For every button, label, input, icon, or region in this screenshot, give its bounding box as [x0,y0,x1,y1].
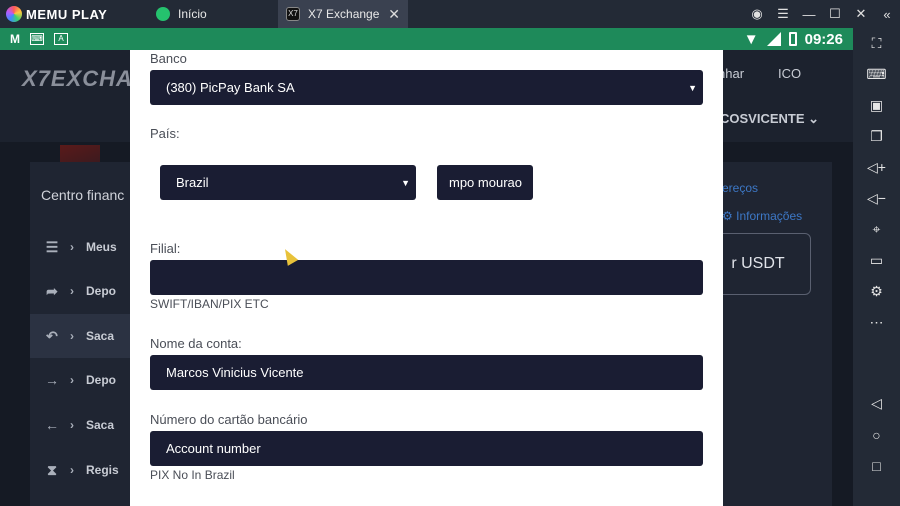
collapse-sidebar-icon[interactable]: « [874,7,900,22]
bg-link-enderecos: ereços [722,181,759,195]
list-icon: ☰ [45,238,59,255]
banco-select[interactable]: (380) PicPay Bank SA ▼ [150,70,703,105]
brand-label: MEMU PLAY [26,6,108,22]
memu-logo-icon [6,6,22,22]
city-input[interactable]: mpo mourao [437,165,533,200]
more-icon[interactable]: ⋯ [853,307,900,338]
wifi-icon: ▼ [743,30,759,48]
bg-menu-item: ← › Saca [30,403,130,447]
banco-label: Banco [150,51,187,66]
tab-inicio[interactable]: Início [148,0,278,28]
filial-hint: SWIFT/IBAN/PIX ETC [150,297,269,311]
tab-x7-exchange[interactable]: X7 X7 Exchange ✕ [278,0,408,28]
location-icon[interactable]: ⌖ [853,214,900,245]
back-icon[interactable]: ◁ [853,388,900,419]
filial-input[interactable] [150,260,703,295]
arrow-left-icon: ← [45,417,59,433]
numero-hint: PIX No In Brazil [150,468,235,482]
bg-menu-item: ➦ › Depo [30,269,130,313]
nome-input[interactable]: Marcos Vinicius Vicente [150,355,703,390]
volume-down-icon[interactable]: ◁− [853,183,900,214]
volume-up-icon[interactable]: ◁+ [853,152,900,183]
numero-value: Account number [166,441,261,456]
fullscreen-icon[interactable]: ⛶ [853,28,900,59]
minimize-icon[interactable]: — [796,7,822,22]
signal-icon [766,32,781,46]
nome-label: Nome da conta: [150,336,242,351]
chevron-right-icon: › [70,418,74,432]
chevron-right-icon: › [70,284,74,298]
multi-window-icon[interactable]: ❐ [853,121,900,152]
apk-icon[interactable]: ▣ [853,90,900,121]
close-window-icon[interactable]: ✕ [848,6,874,22]
android-statusbar: M ⌨ A ▼ 09:26 [0,28,853,50]
bg-centro-title: Centro financ [41,187,125,203]
forward-arrow-icon: ➦ [46,282,58,299]
reply-arrow-icon: ↶ [46,327,58,344]
emulator-toolbar: ⛶ ⌨ ▣ ❐ ◁+ ◁− ⌖ ▭ ⚙ ⋯ ◁ ○ □ [853,28,900,506]
numero-input[interactable]: Account number [150,431,703,466]
chevron-right-icon: › [70,373,74,387]
font-icon: A [54,33,68,45]
gmail-icon: M [10,32,20,46]
nome-value: Marcos Vinicius Vicente [166,365,304,380]
bg-username: COSVICENTE ⌄ [720,111,820,126]
filial-label: Filial: [150,241,181,256]
dropdown-caret-icon: ▼ [688,82,697,93]
bg-nav-ico: ICO [778,66,802,81]
tab-label: Início [178,7,207,21]
maximize-icon[interactable]: ☐ [822,6,848,22]
bg-menu-item: ↶ › Saca [30,314,130,358]
clock: 09:26 [804,30,843,48]
bg-link-informacoes: ⚙ Informações [722,209,803,223]
x7-app-icon: X7 [286,7,300,21]
keyboard-mapping-icon[interactable]: ⌨ [853,59,900,90]
settings-gear-icon: ⚙ [722,209,733,223]
chevron-down-icon: ⌄ [808,111,820,126]
battery-icon [788,32,797,46]
close-tab-icon[interactable]: ✕ [388,6,400,23]
chevron-right-icon: › [70,240,74,254]
hourglass-icon: ⧗ [47,461,57,478]
home-tab-icon [156,7,170,21]
keyboard-icon: ⌨ [30,33,44,45]
pais-value: Brazil [176,175,209,190]
city-value: mpo mourao [449,175,522,190]
banco-value: (380) PicPay Bank SA [166,80,295,95]
arrow-right-icon: → [45,372,59,388]
memu-brand: MEMU PLAY [0,0,148,28]
pais-select[interactable]: Brazil ▼ [160,165,416,200]
menu-icon[interactable]: ☰ [770,6,796,22]
settings-gear-icon[interactable]: ⚙ [853,276,900,307]
bg-menu-item: → › Depo [30,358,130,402]
bg-menu-item: ☰ › Meus [30,225,130,269]
home-icon[interactable]: ○ [853,419,900,450]
tab-label: X7 Exchange [308,7,380,21]
x7-logo: X7EXCHA [22,66,133,91]
withdraw-form-modal: Banco (380) PicPay Bank SA ▼ País: Brazi… [130,50,723,506]
numero-label: Número do cartão bancário [150,412,308,427]
dropdown-caret-icon: ▼ [401,177,410,188]
chevron-right-icon: › [70,463,74,477]
chevron-right-icon: › [70,329,74,343]
pais-label: País: [150,126,180,141]
recents-icon[interactable]: □ [853,450,900,481]
folder-icon[interactable]: ▭ [853,245,900,276]
account-icon[interactable]: ◉ [744,6,770,22]
emulator-titlebar: MEMU PLAY Início X7 X7 Exchange ✕ ◉ ☰ — … [0,0,900,28]
bg-menu-item: ⧗ › Regis [30,448,130,492]
